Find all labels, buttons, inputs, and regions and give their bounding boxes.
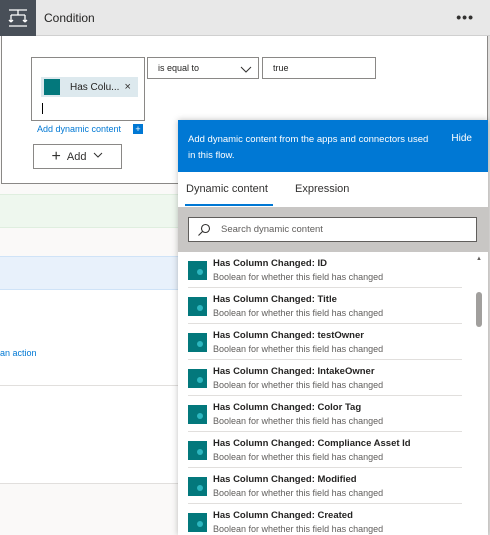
- list-item[interactable]: Has Column Changed: ID Boolean for wheth…: [188, 252, 462, 288]
- item-description: Boolean for whether this field has chang…: [213, 524, 384, 534]
- tab-expression[interactable]: Expression: [295, 183, 349, 195]
- item-title: Has Column Changed: Modified: [213, 474, 357, 485]
- add-button[interactable]: + Add: [33, 144, 122, 169]
- sharepoint-icon: [188, 441, 207, 460]
- text-cursor: [42, 103, 43, 114]
- list-item[interactable]: Has Column Changed: Created Boolean for …: [188, 504, 462, 535]
- item-description: Boolean for whether this field has chang…: [213, 272, 384, 282]
- hide-button[interactable]: Hide: [451, 133, 472, 144]
- item-title: Has Column Changed: IntakeOwner: [213, 366, 375, 377]
- condition-title: Condition: [44, 11, 95, 25]
- if-no-branch-header[interactable]: [0, 256, 178, 290]
- item-description: Boolean for whether this field has chang…: [213, 452, 384, 462]
- item-title: Has Column Changed: Color Tag: [213, 402, 362, 413]
- add-action-link[interactable]: an action: [0, 348, 37, 358]
- item-title: Has Column Changed: Title: [213, 294, 337, 305]
- sharepoint-icon: [188, 477, 207, 496]
- item-title: Has Column Changed: Created: [213, 510, 353, 521]
- remove-token-icon[interactable]: ×: [124, 81, 130, 93]
- dynamic-content-panel: Add dynamic content from the apps and co…: [178, 120, 488, 535]
- item-title: Has Column Changed: testOwner: [213, 330, 364, 341]
- item-title: Has Column Changed: ID: [213, 258, 328, 269]
- flow-designer: Condition ••• Has Colu... × Add dynamic …: [0, 0, 490, 535]
- item-title: Has Column Changed: Compliance Asset Id: [213, 438, 411, 449]
- more-options-icon[interactable]: •••: [456, 9, 474, 25]
- search-input[interactable]: Search dynamic content: [188, 217, 477, 242]
- item-description: Boolean for whether this field has chang…: [213, 308, 384, 318]
- token-label: Has Colu...: [70, 81, 120, 93]
- sharepoint-icon: [44, 79, 60, 95]
- chevron-down-icon: [240, 62, 252, 80]
- search-placeholder: Search dynamic content: [221, 224, 323, 235]
- list-item[interactable]: Has Column Changed: Title Boolean for wh…: [188, 288, 462, 324]
- list-scrollbar[interactable]: ▲: [474, 252, 486, 535]
- item-description: Boolean for whether this field has chang…: [213, 380, 384, 390]
- sharepoint-icon: [188, 261, 207, 280]
- operator-dropdown[interactable]: is equal to: [147, 57, 259, 79]
- panel-message: Add dynamic content from the apps and co…: [188, 134, 429, 161]
- branch-body-2: [0, 386, 178, 484]
- add-dynamic-plus-icon[interactable]: +: [133, 124, 143, 134]
- sharepoint-icon: [188, 333, 207, 352]
- condition-icon: [0, 0, 36, 36]
- tab-dynamic-content[interactable]: Dynamic content: [186, 183, 268, 195]
- panel-header: Add dynamic content from the apps and co…: [178, 120, 488, 172]
- condition-left-operand[interactable]: Has Colu... ×: [31, 57, 145, 121]
- dynamic-token[interactable]: Has Colu... ×: [41, 77, 138, 97]
- chevron-down-icon: [93, 150, 103, 163]
- sharepoint-icon: [188, 369, 207, 388]
- active-tab-indicator: [185, 204, 273, 206]
- if-yes-branch-header[interactable]: [0, 194, 178, 228]
- operator-label: is equal to: [158, 63, 200, 73]
- list-item[interactable]: Has Column Changed: testOwner Boolean fo…: [188, 324, 462, 360]
- add-button-label: Add: [66, 150, 87, 163]
- list-item[interactable]: Has Column Changed: Modified Boolean for…: [188, 468, 462, 504]
- branch-body: [0, 290, 178, 386]
- item-description: Boolean for whether this field has chang…: [213, 344, 384, 354]
- sharepoint-icon: [188, 405, 207, 424]
- search-area: Search dynamic content: [178, 207, 488, 252]
- list-item[interactable]: Has Column Changed: Compliance Asset Id …: [188, 432, 462, 468]
- condition-header[interactable]: Condition •••: [0, 0, 490, 36]
- item-description: Boolean for whether this field has chang…: [213, 416, 384, 426]
- plus-icon: +: [51, 147, 61, 165]
- add-dynamic-content-link[interactable]: Add dynamic content: [37, 124, 121, 134]
- scroll-up-icon[interactable]: ▲: [476, 256, 482, 262]
- sharepoint-icon: [188, 513, 207, 532]
- panel-tabs: Dynamic content Expression: [178, 172, 488, 207]
- search-icon: [197, 223, 211, 242]
- sharepoint-icon: [188, 297, 207, 316]
- list-item[interactable]: Has Column Changed: IntakeOwner Boolean …: [188, 360, 462, 396]
- condition-value-field[interactable]: true: [262, 57, 376, 79]
- item-description: Boolean for whether this field has chang…: [213, 488, 384, 498]
- list-item[interactable]: Has Column Changed: Color Tag Boolean fo…: [188, 396, 462, 432]
- scroll-thumb[interactable]: [476, 292, 482, 327]
- dynamic-content-list: Has Column Changed: ID Boolean for wheth…: [178, 252, 476, 535]
